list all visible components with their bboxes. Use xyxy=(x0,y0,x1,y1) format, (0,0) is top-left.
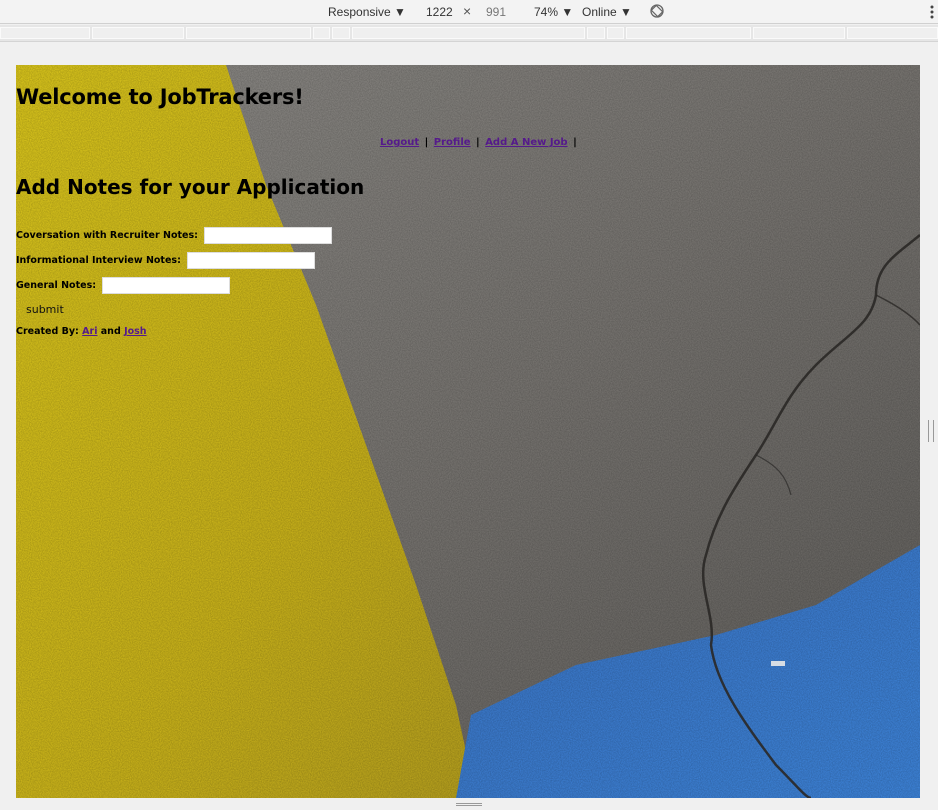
general-notes-input[interactable] xyxy=(102,277,231,294)
author-ari-link[interactable]: Ari xyxy=(82,326,97,337)
top-nav: Logout | Profile | Add A New Job | xyxy=(380,137,579,148)
page-content: Welcome to JobTrackers! Logout | Profile… xyxy=(16,65,920,798)
informational-notes-row: Informational Interview Notes: xyxy=(16,252,315,269)
throttle-select[interactable]: Online ▼ xyxy=(582,4,632,20)
device-select[interactable]: Responsive ▼ xyxy=(328,4,406,20)
profile-link[interactable]: Profile xyxy=(434,137,471,148)
more-options-icon[interactable] xyxy=(929,2,935,22)
viewport-width-input[interactable]: 1222 xyxy=(426,4,458,20)
recruiter-notes-row: Coversation with Recruiter Notes: xyxy=(16,227,332,244)
and-label: and xyxy=(100,326,121,337)
media-query-segment[interactable] xyxy=(0,27,90,39)
add-job-link[interactable]: Add A New Job xyxy=(485,137,567,148)
created-by-label: Created By: xyxy=(16,326,79,337)
informational-notes-input[interactable] xyxy=(186,252,315,269)
rotate-icon[interactable] xyxy=(649,3,665,19)
media-query-segment[interactable] xyxy=(352,27,585,39)
recruiter-notes-input[interactable] xyxy=(203,227,332,244)
media-query-segment[interactable] xyxy=(587,27,605,39)
devtools-toolbar: Responsive ▼ 1222 × 991 74% ▼ Online ▼ xyxy=(0,0,938,24)
credits: Created By: Ari and Josh xyxy=(16,326,147,337)
media-query-segment[interactable] xyxy=(332,27,350,39)
dimension-separator: × xyxy=(463,3,472,19)
emulated-page: Welcome to JobTrackers! Logout | Profile… xyxy=(16,65,920,798)
general-notes-row: General Notes: xyxy=(16,277,231,294)
informational-notes-label: Informational Interview Notes: xyxy=(16,255,181,266)
recruiter-notes-label: Coversation with Recruiter Notes: xyxy=(16,230,198,241)
nav-separator: | xyxy=(476,137,480,148)
form-title: Add Notes for your Application xyxy=(16,175,365,199)
general-notes-label: General Notes: xyxy=(16,280,97,291)
media-query-segment[interactable] xyxy=(753,27,845,39)
author-josh-link[interactable]: Josh xyxy=(124,326,146,337)
media-query-segment[interactable] xyxy=(186,27,311,39)
submit-button[interactable]: submit xyxy=(20,302,70,317)
zoom-select[interactable]: 74% ▼ xyxy=(534,4,573,20)
media-query-segment[interactable] xyxy=(607,27,624,39)
resize-handle-right[interactable] xyxy=(928,420,934,442)
media-query-bar[interactable] xyxy=(0,25,938,42)
viewport-height-input[interactable]: 991 xyxy=(486,4,518,20)
media-query-segment[interactable] xyxy=(626,27,751,39)
nav-separator: | xyxy=(573,137,577,148)
resize-handle-bottom[interactable] xyxy=(456,803,482,806)
logout-link[interactable]: Logout xyxy=(380,137,419,148)
media-query-segment[interactable] xyxy=(847,27,938,39)
media-query-segment[interactable] xyxy=(313,27,330,39)
nav-separator: | xyxy=(424,137,429,148)
site-title: Welcome to JobTrackers! xyxy=(16,85,304,109)
media-query-segment[interactable] xyxy=(92,27,184,39)
